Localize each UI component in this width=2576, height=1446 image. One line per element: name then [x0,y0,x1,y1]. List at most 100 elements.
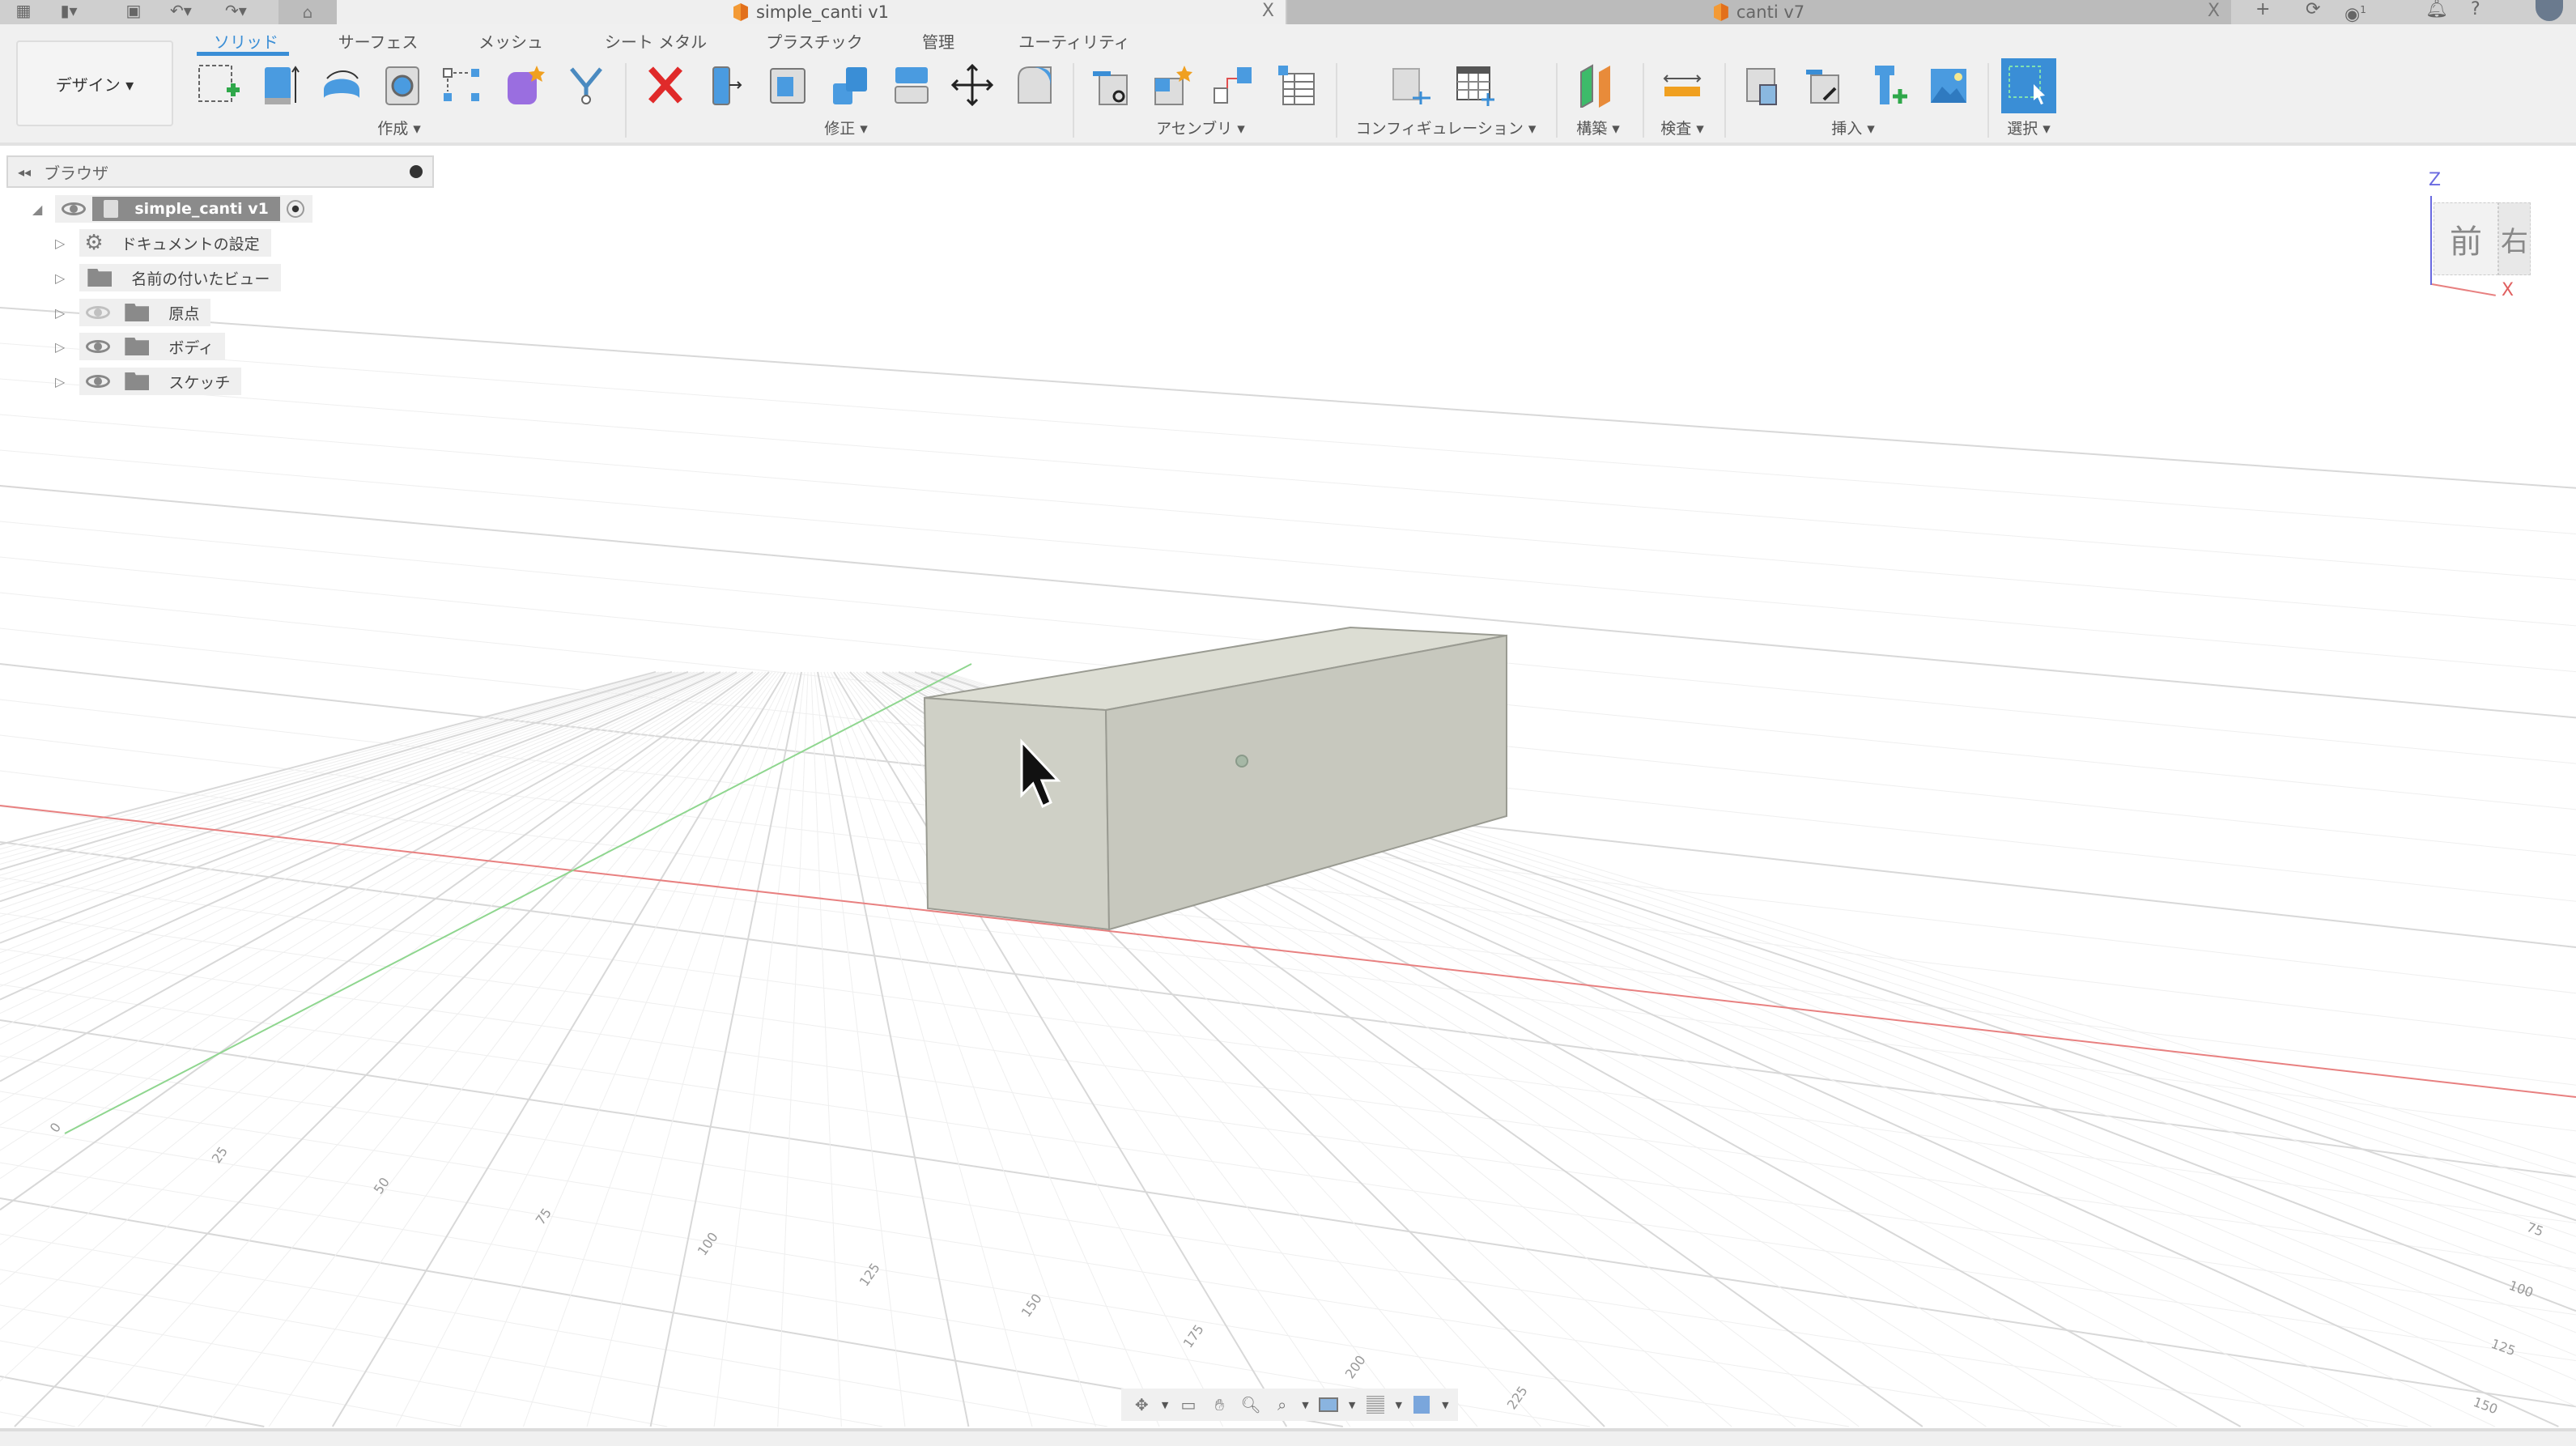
hole-icon[interactable] [378,61,427,109]
visibility-eye-icon[interactable] [86,340,111,353]
fit-icon[interactable]: ⌕ [1271,1394,1294,1415]
grid-line [713,671,806,1427]
construct-group-label[interactable]: 構築 ▾ [1576,117,1620,138]
configure-icon[interactable] [1387,61,1435,109]
save-icon[interactable]: ▣ [123,2,144,19]
insert-derive-icon[interactable] [1741,61,1789,109]
browser-root-node[interactable]: ◢ simple_canti v1 [32,195,312,223]
tab-canti-v7[interactable]: canti v7 X [1287,0,2231,24]
expand-triangle-icon[interactable]: ▷ [55,270,65,286]
expand-triangle-icon[interactable]: ▷ [55,305,65,321]
viewcube[interactable]: Z X 前 右 [2421,170,2542,300]
workspace-switcher[interactable]: デザイン ▾ [16,40,173,126]
tab-plastic[interactable]: プラスチック [766,29,863,53]
orbit-icon[interactable]: ✥ [1130,1394,1153,1415]
chevron-down-icon[interactable]: ▼ [1395,1400,1401,1410]
chevron-down-icon[interactable]: ▼ [1442,1400,1448,1410]
viewports-icon[interactable] [1411,1394,1434,1415]
select-icon[interactable] [2001,58,2056,113]
combine-icon[interactable] [825,61,874,109]
collapse-panel-icon[interactable]: ◂◂ [18,164,31,180]
delete-icon[interactable] [641,61,690,109]
tab-simple-canti[interactable]: simple_canti v1 X [337,0,1286,24]
jobs-icon[interactable]: ◉1 [2344,0,2366,24]
new-tab-icon[interactable]: + [2255,0,2270,19]
press-pull-icon[interactable] [702,61,750,109]
create-sketch-icon[interactable] [194,61,243,109]
expand-triangle-icon[interactable]: ▷ [55,236,65,251]
joint-icon[interactable] [1088,61,1137,109]
configuration-group-label[interactable]: コンフィギュレーション ▾ [1356,117,1537,138]
look-at-icon[interactable]: ▭ [1177,1394,1200,1415]
tab-sheet-metal[interactable]: シート メタル [605,29,707,53]
assembly-group-label[interactable]: アセンブリ ▾ [1156,117,1245,138]
tab-manage[interactable]: 管理 [922,29,954,53]
grid-settings-icon[interactable] [1364,1394,1387,1415]
revolve-icon[interactable] [317,61,366,109]
pattern-icon[interactable] [437,61,486,109]
apps-grid-icon[interactable]: ▦ [13,2,34,19]
home-button[interactable]: ⌂ [278,0,337,24]
inspect-group-label[interactable]: 検査 ▾ [1660,117,1704,138]
browser-item-origin[interactable]: ▷ 原点 [55,299,211,326]
pan-icon[interactable]: ✋︎ [1208,1394,1231,1415]
move-icon[interactable] [948,61,997,109]
split-body-icon[interactable] [562,61,610,109]
3d-viewport[interactable]: 025507510012515017520022575100125150 [0,149,2576,1428]
chevron-down-icon[interactable]: ▼ [1302,1400,1308,1410]
avatar-icon[interactable] [2536,0,2563,21]
viewcube-front-face[interactable]: 前 [2434,202,2498,275]
chevron-down-icon[interactable]: ▼ [1162,1400,1168,1410]
browser-item-named-views[interactable]: ▷ 名前の付いたビュー [55,264,282,291]
bom-table-icon[interactable] [1273,61,1322,109]
new-component-icon[interactable] [1147,61,1196,109]
measure-icon[interactable] [1658,61,1707,109]
chevron-down-icon[interactable]: ▼ [1349,1400,1355,1410]
grid-line [0,1411,75,1427]
browser-item-document-settings[interactable]: ▷ ⚙ ドキュメントの設定 [55,229,271,257]
expand-triangle-icon[interactable]: ▷ [55,339,65,355]
select-group-label[interactable]: 選択 ▾ [2007,117,2051,138]
offset-face-icon[interactable] [887,61,936,109]
fillet-icon[interactable] [1010,61,1059,109]
display-settings-icon[interactable] [1317,1394,1340,1415]
visibility-eye-icon[interactable] [86,375,111,388]
visibility-eye-icon[interactable] [62,202,87,215]
tab-utilities[interactable]: ユーティリティ [1018,29,1130,53]
design-file-icon [1713,3,1728,21]
notification-icon[interactable]: 🔔︎ [2425,0,2448,19]
file-icon[interactable]: ▮▾ [58,2,79,19]
expanded-triangle-icon[interactable]: ◢ [32,202,42,217]
help-icon[interactable]: ? [2471,0,2480,19]
form-icon[interactable] [499,61,548,109]
expand-triangle-icon[interactable]: ▷ [55,374,65,389]
configuration-table-icon[interactable] [1451,61,1499,109]
redo-icon[interactable]: ↷▾ [225,2,247,19]
modify-group-label[interactable]: 修正 ▾ [824,117,868,138]
pin-panel-icon[interactable] [410,165,423,178]
rectangular-body[interactable] [923,626,1507,931]
close-tab-icon[interactable]: X [2208,0,2220,23]
undo-icon[interactable]: ↶▾ [170,2,192,19]
insert-canvas-icon[interactable] [1924,61,1973,109]
as-built-joint-icon[interactable] [1209,61,1258,109]
hidden-eye-icon[interactable] [86,306,111,319]
tab-surface[interactable]: サーフェス [338,29,419,53]
insert-link-icon[interactable] [1801,61,1850,109]
close-tab-icon[interactable]: X [1262,0,1274,23]
extrude-icon[interactable] [255,61,304,109]
zoom-icon[interactable]: 🔍︎ [1239,1394,1262,1415]
insert-fastener-icon[interactable] [1864,61,1912,109]
offset-plane-icon[interactable] [1573,61,1622,109]
browser-item-sketches[interactable]: ▷ スケッチ [55,368,242,395]
shell-icon[interactable] [764,61,813,109]
activate-radio-icon[interactable] [286,200,304,218]
sync-icon[interactable]: ⟳ [2306,0,2320,19]
create-group-label[interactable]: 作成 ▾ [377,117,421,138]
folder-icon [125,372,150,390]
browser-item-bodies[interactable]: ▷ ボディ [55,333,225,360]
insert-group-label[interactable]: 挿入 ▾ [1831,117,1875,138]
viewcube-right-face[interactable]: 右 [2498,202,2531,275]
tab-solid[interactable]: ソリッド [214,29,278,53]
tab-mesh[interactable]: メッシュ [478,29,543,53]
